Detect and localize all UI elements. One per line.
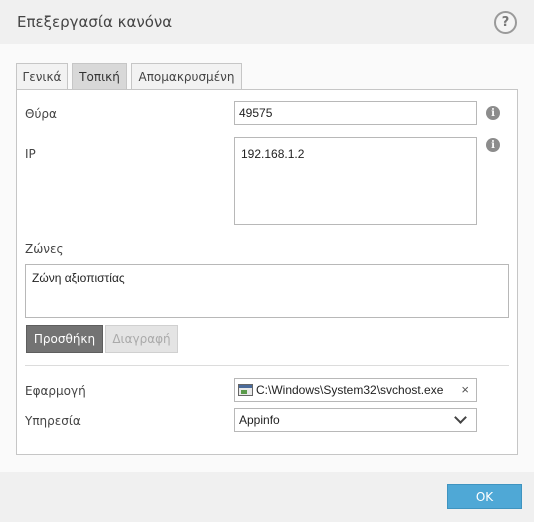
delete-button[interactable]: Διαγραφή xyxy=(105,325,178,353)
zone-item[interactable]: Ζώνη αξιοπιστίας xyxy=(32,271,125,285)
ok-button[interactable]: OK xyxy=(447,484,522,509)
application-path: C:\Windows\System32\svchost.exe xyxy=(256,383,444,397)
zones-list[interactable]: Ζώνη αξιοπιστίας xyxy=(25,264,509,318)
tab-general[interactable]: Γενικά xyxy=(16,63,68,89)
zones-label: Ζώνες xyxy=(25,242,64,256)
title-bar: Επεξεργασία κανόνα ? xyxy=(0,0,534,44)
ip-textarea[interactable]: 192.168.1.2 xyxy=(234,137,477,225)
service-value: Appinfo xyxy=(239,413,280,427)
port-field[interactable]: 49575 xyxy=(234,101,477,125)
chevron-down-icon[interactable] xyxy=(454,411,467,424)
add-button[interactable]: Προσθήκη xyxy=(26,325,103,353)
ip-info-icon[interactable]: i xyxy=(486,138,500,152)
divider xyxy=(25,365,509,366)
dialog-footer: OK xyxy=(0,472,534,522)
app-window-icon xyxy=(238,384,253,396)
tab-remote[interactable]: Απομακρυσμένη xyxy=(131,63,242,89)
window-title: Επεξεργασία κανόνα xyxy=(17,13,173,31)
local-panel: Θύρα 49575 i IP 192.168.1.2 i Ζώνες Ζώνη… xyxy=(16,89,518,455)
dialog-content: Γενικά Τοπική Απομακρυσμένη Θύρα 49575 i… xyxy=(0,44,534,472)
service-select[interactable]: Appinfo xyxy=(234,408,477,432)
clear-icon[interactable]: × xyxy=(461,382,469,397)
port-label: Θύρα xyxy=(25,107,57,121)
ip-label: IP xyxy=(25,147,36,161)
port-info-icon[interactable]: i xyxy=(486,106,500,120)
help-icon[interactable]: ? xyxy=(494,11,517,34)
application-field[interactable]: C:\Windows\System32\svchost.exe × xyxy=(234,378,477,402)
tab-local[interactable]: Τοπική xyxy=(72,63,127,89)
application-label: Εφαρμογή xyxy=(25,384,86,398)
service-label: Υπηρεσία xyxy=(25,414,81,428)
